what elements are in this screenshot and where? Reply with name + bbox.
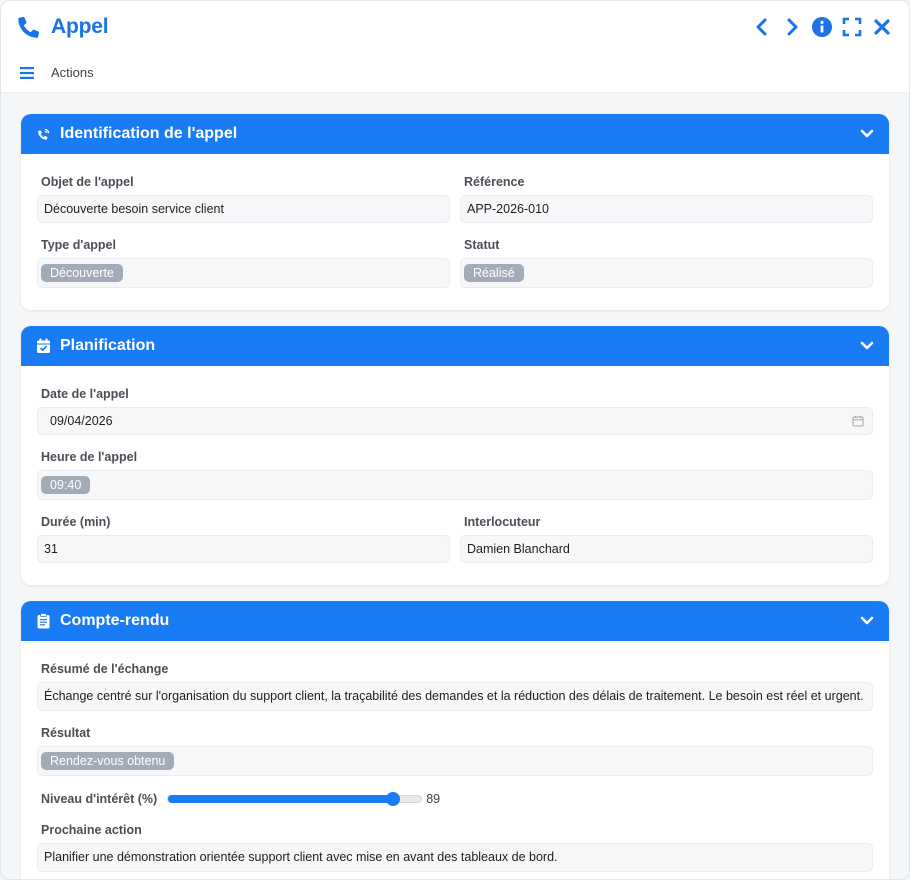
chevron-down-icon[interactable] [859,338,875,354]
phone-volume-icon [35,126,51,142]
prochaine-field: Prochaine action Planifier une démonstra… [37,816,873,872]
date-value: 09/04/2026 [50,414,113,428]
window-title: Appel [51,15,109,38]
resume-label: Résumé de l'échange [41,662,169,676]
type-field: Type d'appel Découverte [37,231,450,288]
resultat-field: Résultat Rendez-vous obtenu [37,719,873,776]
reference-input[interactable]: APP-2026-010 [460,195,873,223]
info-button[interactable] [811,16,833,38]
reference-label: Référence [464,175,525,189]
section-planification: Planification Date de l'appel 09/04/2026… [21,326,889,585]
section-compte-rendu-body: Résumé de l'échange Échange centré sur l… [21,641,889,879]
objet-field: Objet de l'appel Découverte besoin servi… [37,168,450,223]
chevron-left-icon [756,18,767,36]
statut-select[interactable]: Réalisé [460,258,873,288]
interlocuteur-input[interactable]: Damien Blanchard [460,535,873,563]
interet-label: Niveau d'intérêt (%) [41,792,158,806]
reference-field: Référence APP-2026-010 [460,168,873,223]
resume-textarea[interactable]: Échange centré sur l'organisation du sup… [37,682,873,711]
field-row: Type d'appel Découverte Statut Réalisé [37,231,873,296]
statut-chip: Réalisé [464,264,524,282]
heure-input[interactable]: 09:40 [37,470,873,500]
actions-menu-label[interactable]: Actions [51,65,94,80]
clipboard-icon [35,613,51,629]
title-bar: Appel [1,1,909,53]
section-title: Identification de l'appel [60,125,238,142]
fullscreen-button[interactable] [841,16,863,38]
interet-slider-handle[interactable] [386,792,401,806]
date-label: Date de l'appel [41,387,129,401]
section-compte-rendu: Compte-rendu Résumé de l'échange Échange… [21,601,889,879]
resultat-label: Résultat [41,726,91,740]
duree-input[interactable]: 31 [37,535,450,563]
section-identification-header[interactable]: Identification de l'appel [21,114,889,154]
field-row: Objet de l'appel Découverte besoin servi… [37,168,873,231]
previous-button[interactable] [751,16,773,38]
heure-field: Heure de l'appel 09:40 [37,443,873,500]
next-button[interactable] [781,16,803,38]
call-window: Appel Actions Identification de l'appel … [0,0,910,880]
section-planification-header[interactable]: Planification [21,326,889,366]
actions-toolbar: Actions [1,53,909,93]
objet-input[interactable]: Découverte besoin service client [37,195,450,223]
resultat-chip: Rendez-vous obtenu [41,752,175,770]
form-content: Identification de l'appel Objet de l'app… [1,93,909,879]
field-row: Durée (min) 31 Interlocuteur Damien Blan… [37,508,873,571]
prochaine-label: Prochaine action [41,823,142,837]
close-button[interactable] [871,16,893,38]
heure-label: Heure de l'appel [41,450,138,464]
interet-field: Niveau d'intérêt (%) 89 [37,784,873,816]
hamburger-icon[interactable] [20,66,34,79]
chevron-right-icon [787,18,798,36]
section-identification-body: Objet de l'appel Découverte besoin servi… [21,154,889,310]
chevron-down-icon[interactable] [859,126,875,142]
interet-slider-fill [168,795,394,803]
window-controls [751,16,893,38]
prochaine-textarea[interactable]: Planifier une démonstration orientée sup… [37,843,873,872]
objet-label: Objet de l'appel [41,175,134,189]
interet-slider[interactable] [167,792,423,806]
interet-value: 89 [426,792,441,806]
resume-field: Résumé de l'échange Échange centré sur l… [37,655,873,711]
phone-icon [17,15,41,39]
chevron-down-icon[interactable] [859,613,875,629]
section-compte-rendu-header[interactable]: Compte-rendu [21,601,889,641]
section-identification: Identification de l'appel Objet de l'app… [21,114,889,310]
resultat-select[interactable]: Rendez-vous obtenu [37,746,873,776]
date-input[interactable]: 09/04/2026 [37,407,873,435]
calendar-check-icon [35,338,51,354]
date-field: Date de l'appel 09/04/2026 [37,380,873,435]
duree-label: Durée (min) [41,515,111,529]
section-title: Compte-rendu [60,612,170,629]
calendar-icon [852,415,864,427]
statut-field: Statut Réalisé [460,231,873,288]
section-title: Planification [60,337,156,354]
close-icon [874,19,890,35]
heure-chip: 09:40 [41,476,91,494]
info-icon [812,17,832,37]
interlocuteur-field: Interlocuteur Damien Blanchard [460,508,873,563]
type-label: Type d'appel [41,238,116,252]
statut-label: Statut [464,238,500,252]
type-select[interactable]: Découverte [37,258,450,288]
duree-field: Durée (min) 31 [37,508,450,563]
fullscreen-icon [842,17,862,37]
interlocuteur-label: Interlocuteur [464,515,541,529]
type-chip: Découverte [41,264,123,282]
section-planification-body: Date de l'appel 09/04/2026 Heure de l'ap… [21,366,889,585]
